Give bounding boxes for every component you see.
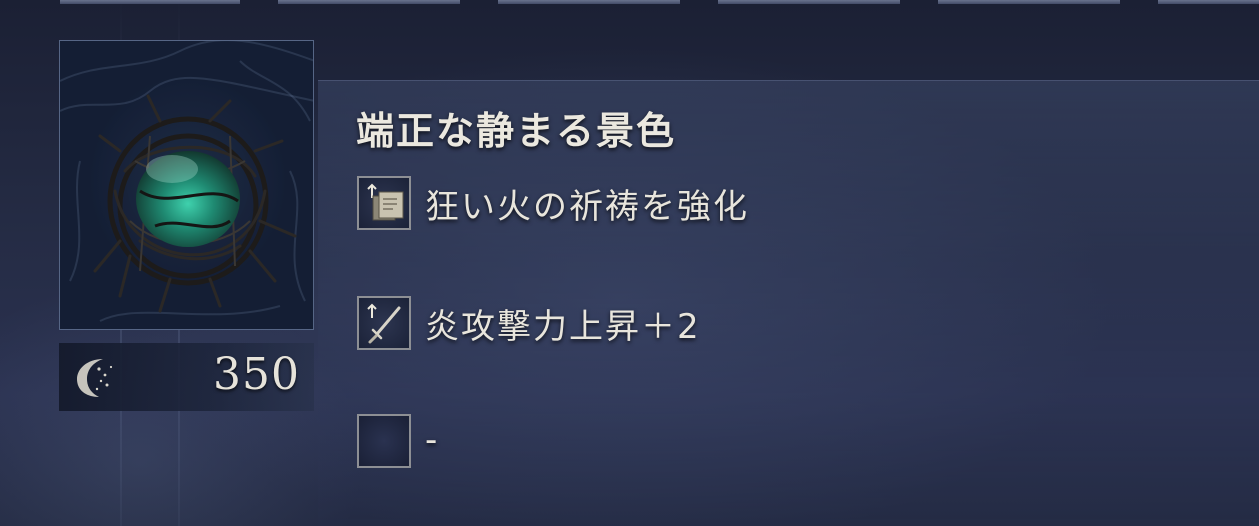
effect-row[interactable]: 狂い火の祈祷を強化 (357, 176, 817, 232)
game-screen: 350 端正な静まる景色 狂い火の祈祷を強化 炎攻撃力上昇＋2 - (0, 0, 1259, 526)
rune-icon (77, 359, 113, 397)
top-tab[interactable] (60, 0, 240, 4)
price-value: 350 (213, 349, 300, 400)
bird-nest-relic-icon (60, 41, 313, 322)
item-title: 端正な静まる景色 (356, 109, 677, 153)
effect-text: 炎攻撃力上昇＋2 (425, 307, 701, 347)
effect-row[interactable]: - (357, 414, 557, 470)
top-tab[interactable] (718, 0, 900, 4)
effect-text: - (425, 420, 440, 460)
effect-text: 狂い火の祈祷を強化 (425, 187, 749, 227)
incantation-scroll-icon (357, 176, 411, 230)
top-tab[interactable] (278, 0, 460, 4)
price-bar: 350 (59, 343, 314, 411)
top-tab[interactable] (938, 0, 1120, 4)
item-image-frame[interactable] (59, 40, 314, 330)
sword-icon (357, 296, 411, 350)
effect-row[interactable]: 炎攻撃力上昇＋2 (357, 296, 817, 352)
empty-slot-icon (357, 414, 411, 468)
top-tab[interactable] (1158, 0, 1259, 4)
top-tab[interactable] (498, 0, 680, 4)
